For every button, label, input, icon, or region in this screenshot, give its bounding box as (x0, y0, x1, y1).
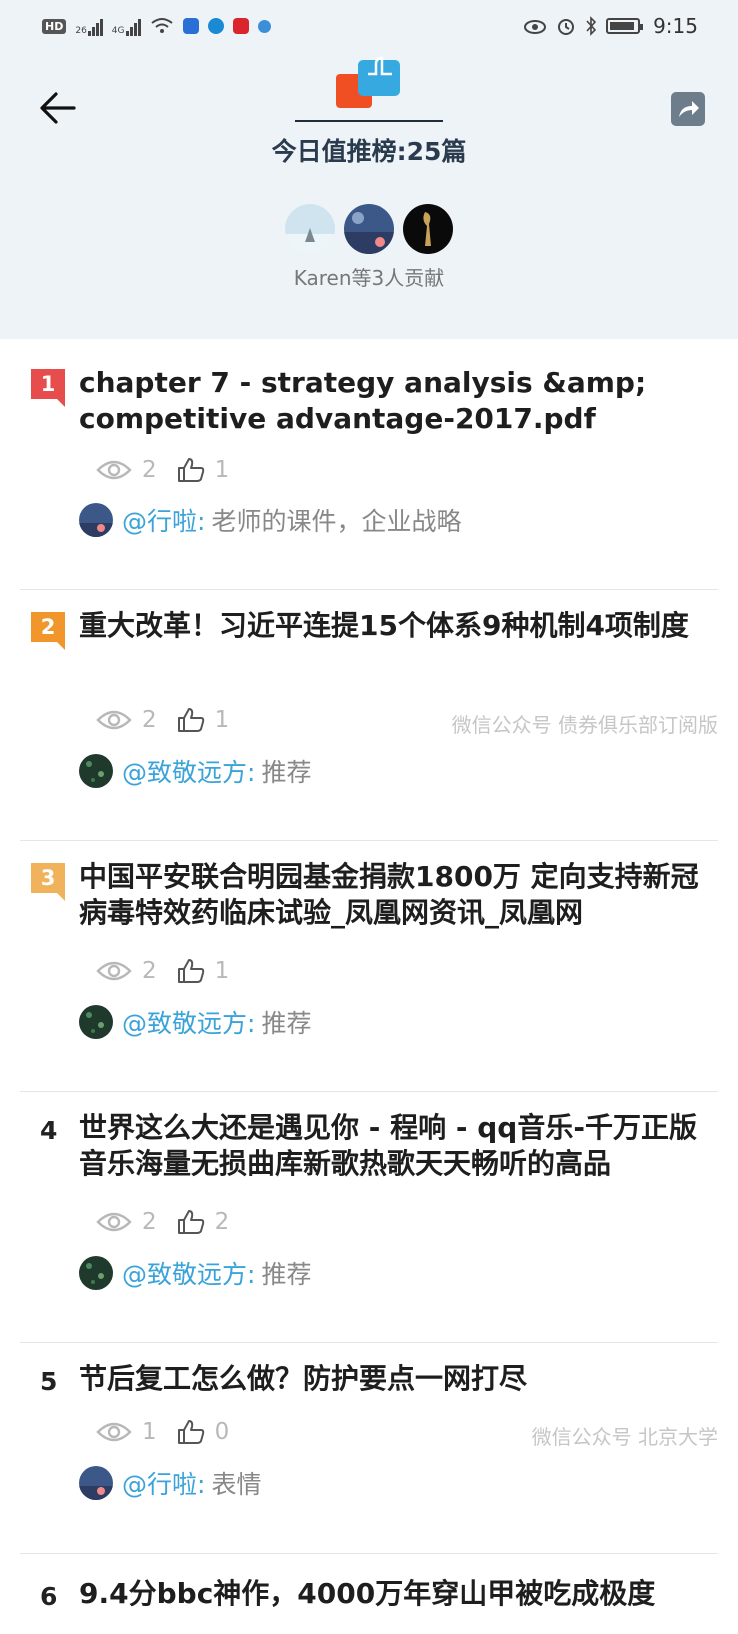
app-notification-icon-3 (232, 18, 249, 34)
contributor-avatar-1[interactable] (285, 204, 335, 254)
like-thumb-icon[interactable] (177, 958, 205, 984)
views-eye-icon (96, 961, 132, 981)
like-thumb-icon[interactable] (177, 457, 205, 483)
author-note: 表情 (211, 1470, 262, 1499)
author-name[interactable]: @致敬远方: (122, 753, 255, 789)
author-avatar[interactable] (79, 1005, 113, 1039)
page-title: 今日值推榜:25篇 (271, 137, 467, 166)
item-source: 微信公众号 债券俱乐部订阅版 (451, 713, 718, 737)
list-item[interactable]: 4 世界这么大还是遇见你 - 程响 - qq音乐-千万正版音乐海量无损曲库新歌热… (0, 1092, 738, 1343)
network-label-2: 4G (111, 26, 125, 36)
view-count: 1 (142, 1419, 157, 1445)
list-item[interactable]: 3 中国平安联合明园基金捐款1800万 定向支持新冠病毒特效药临床试验_凤凰网资… (0, 841, 738, 1092)
item-source: 微信公众号 北京大学 (531, 1425, 718, 1449)
logo-underline (295, 120, 443, 122)
contributors-text[interactable]: Karen等3人贡献 (0, 262, 738, 291)
contributor-avatar-3[interactable] (403, 204, 453, 254)
item-stats: 2 1 (96, 457, 249, 483)
status-left: HD 26 4G (42, 16, 271, 36)
battery-icon (606, 18, 644, 34)
views-eye-icon (96, 710, 132, 730)
like-count: 0 (214, 1419, 230, 1445)
share-button[interactable] (671, 92, 705, 126)
item-title[interactable]: 9.4分bbc神作，4000万年穿山甲被吃成极度 (79, 1576, 719, 1612)
item-stats: 1 0 (96, 1419, 249, 1445)
item-author[interactable]: @致敬远方: 推荐 (79, 1255, 311, 1291)
author-note: 老师的课件，企业战略 (211, 507, 462, 536)
view-count: 2 (142, 707, 157, 733)
item-title[interactable]: 节后复工怎么做？防护要点一网打尽 (79, 1361, 719, 1397)
rank-number: 3 (40, 866, 56, 890)
list-item[interactable]: 2 重大改革！习近平连提15个体系9种机制4项制度 2 1 微信公众号 债券俱乐… (0, 590, 738, 841)
item-title[interactable]: 中国平安联合明园基金捐款1800万 定向支持新冠病毒特效药临床试验_凤凰网资讯_… (79, 859, 719, 931)
share-icon (679, 101, 699, 117)
like-count: 1 (214, 457, 230, 483)
list-item[interactable]: 6 9.4分bbc神作，4000万年穿山甲被吃成极度 (0, 1554, 738, 1634)
eye-comfort-icon (524, 20, 547, 34)
author-name[interactable]: @行啦: (122, 502, 205, 538)
author-note: 推荐 (261, 1260, 312, 1289)
rank-number: 2 (40, 615, 56, 639)
item-stats: 2 1 (96, 958, 249, 984)
author-name[interactable]: @行啦: (122, 1465, 205, 1501)
author-avatar[interactable] (79, 503, 113, 537)
header: 今日值推榜:25篇 Karen等3人贡献 (0, 52, 738, 339)
item-title[interactable]: chapter 7 - strategy analysis &amp; comp… (79, 365, 719, 437)
recommendation-list: 1 chapter 7 - strategy analysis &amp; co… (0, 339, 738, 1634)
item-stats: 2 2 (96, 1209, 249, 1235)
author-avatar[interactable] (79, 1256, 113, 1290)
signal-icon-2: 4G (112, 16, 141, 36)
item-stats: 2 1 (96, 707, 249, 733)
author-name[interactable]: @致敬远方: (122, 1255, 255, 1291)
item-title[interactable]: 重大改革！习近平连提15个体系9种机制4项制度 (79, 608, 719, 644)
author-name[interactable]: @致敬远方: (122, 1004, 255, 1040)
rank-number: 6 (40, 1582, 58, 1611)
like-thumb-icon[interactable] (177, 1419, 205, 1445)
thumbs-up-logo-icon (336, 56, 400, 108)
view-count: 2 (142, 958, 157, 984)
back-arrow-icon[interactable] (38, 90, 78, 126)
like-count: 2 (214, 1209, 230, 1235)
view-count: 2 (142, 1209, 157, 1235)
contributor-avatars[interactable] (285, 204, 453, 254)
rank-badge: 3 (31, 863, 67, 907)
item-author[interactable]: @行啦: 表情 (79, 1465, 261, 1501)
status-bar: HD 26 4G 9:15 (0, 0, 738, 52)
rank-number: 5 (40, 1367, 58, 1396)
author-note: 推荐 (261, 758, 312, 787)
item-author[interactable]: @致敬远方: 推荐 (79, 1004, 311, 1040)
views-eye-icon (96, 460, 132, 480)
status-right: 9:15 (523, 14, 698, 38)
views-eye-icon (96, 1422, 132, 1442)
clock-time: 9:15 (653, 14, 698, 38)
item-title[interactable]: 世界这么大还是遇见你 - 程响 - qq音乐-千万正版音乐海量无损曲库新歌热歌天… (79, 1110, 719, 1182)
views-eye-icon (96, 1212, 132, 1232)
alarm-icon (558, 19, 575, 35)
signal-icon: 26 (75, 16, 103, 36)
author-avatar[interactable] (79, 754, 113, 788)
author-avatar[interactable] (79, 1466, 113, 1500)
like-count: 1 (214, 707, 230, 733)
like-count: 1 (214, 958, 230, 984)
list-item[interactable]: 5 节后复工怎么做？防护要点一网打尽 1 0 微信公众号 北京大学 @行啦: 表… (0, 1343, 738, 1554)
like-thumb-icon[interactable] (177, 707, 205, 733)
app-notification-icon-4 (257, 19, 271, 33)
app-notification-icon (182, 18, 199, 34)
app-notification-icon-2 (207, 18, 224, 34)
rank-number: 4 (40, 1116, 58, 1145)
item-author[interactable]: @行啦: 老师的课件，企业战略 (79, 502, 461, 538)
contributor-avatar-2[interactable] (344, 204, 394, 254)
list-item[interactable]: 1 chapter 7 - strategy analysis &amp; co… (0, 339, 738, 590)
item-author[interactable]: @致敬远方: 推荐 (79, 753, 311, 789)
wifi-icon (150, 18, 173, 33)
bluetooth-icon (586, 16, 597, 36)
network-label-1: 26 (75, 26, 87, 36)
rank-number: 1 (40, 372, 56, 396)
like-thumb-icon[interactable] (177, 1209, 205, 1235)
rank-badge: 1 (31, 369, 67, 413)
rank-badge: 2 (31, 612, 67, 656)
hd-badge: HD (42, 18, 67, 34)
author-note: 推荐 (261, 1009, 312, 1038)
view-count: 2 (142, 457, 157, 483)
